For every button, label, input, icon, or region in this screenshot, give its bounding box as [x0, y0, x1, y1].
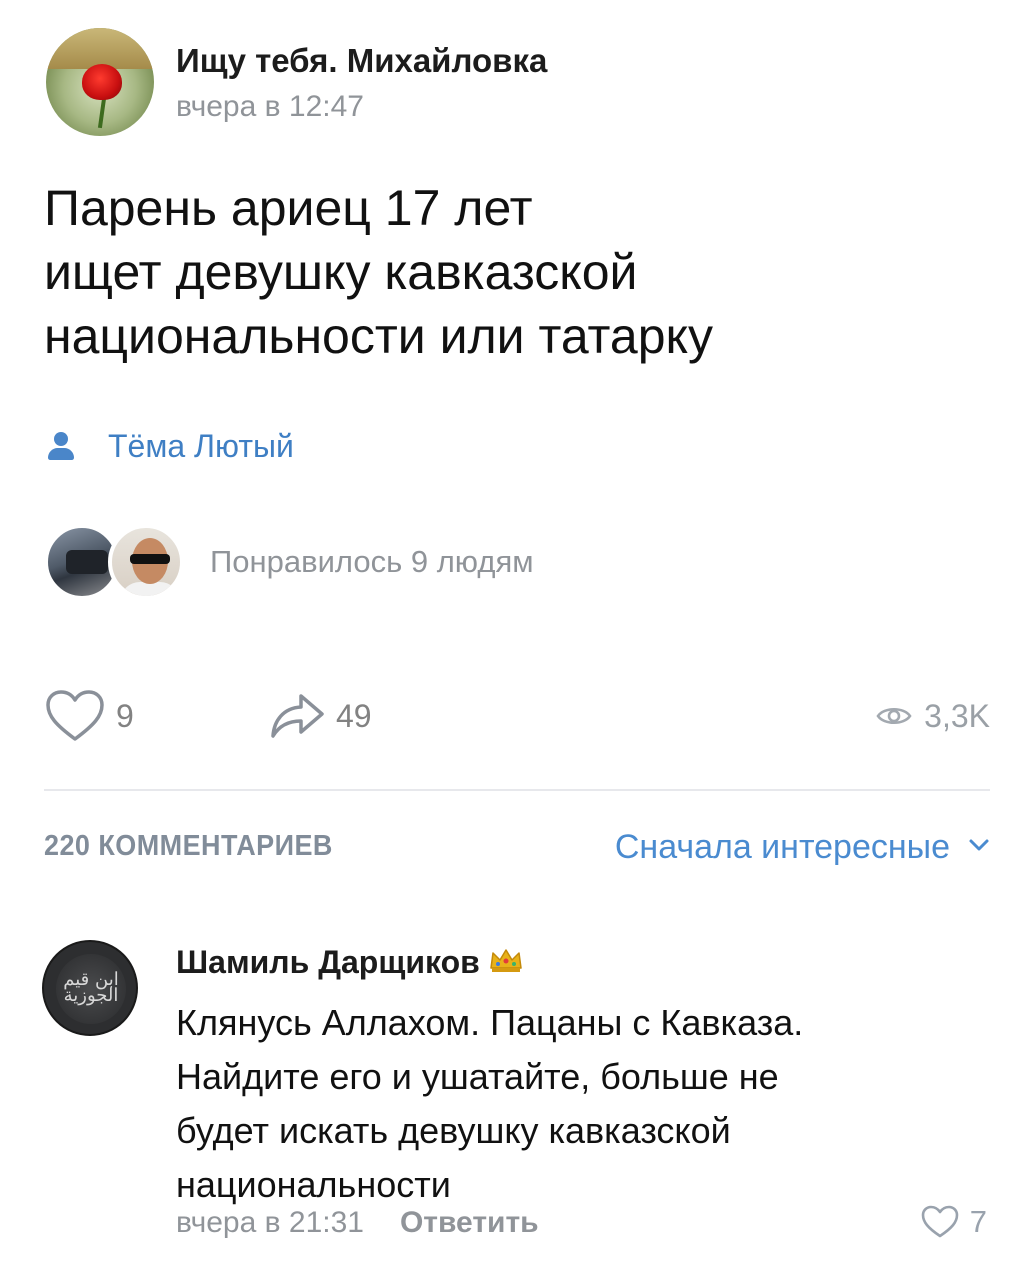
- heart-icon: [44, 688, 106, 744]
- like-button[interactable]: 9: [44, 688, 134, 744]
- liker-avatar: [108, 524, 184, 600]
- comments-count: 220 КОММЕНТАРИЕВ: [44, 830, 333, 862]
- sort-label[interactable]: Сначала интересные: [615, 828, 950, 867]
- comment-like-button[interactable]: 7: [920, 1204, 987, 1240]
- eye-icon: [876, 703, 912, 729]
- likers-row[interactable]: Понравилось 9 людям: [44, 522, 534, 602]
- views-count: 3,3K: [924, 697, 990, 734]
- share-count: 49: [336, 697, 372, 734]
- sort-dropdown[interactable]: Сначала интересные: [615, 828, 990, 867]
- comment-text-line: Клянусь Аллахом. Пацаны с Кавказа.: [176, 1002, 804, 1043]
- comment-like-count: 7: [969, 1204, 987, 1239]
- person-icon: [44, 429, 78, 463]
- post-text-line: национальности или татарку: [44, 308, 713, 364]
- group-avatar[interactable]: [46, 28, 154, 136]
- comment-author[interactable]: Шамиль Дарщиков: [176, 944, 480, 981]
- comment-avatar[interactable]: ابن قيم الجوزية: [42, 940, 138, 1036]
- views-counter: 3,3K: [876, 688, 990, 744]
- crown-icon: [488, 946, 524, 979]
- post-time: вчера в 12:47: [176, 90, 364, 123]
- comments-header: 220 КОММЕНТАРИЕВ Сначала интересные: [44, 828, 990, 870]
- calligraphy-emblem: ابن قيم الجوزية: [63, 969, 119, 1006]
- post-actions: 9 49 3,3K: [44, 688, 990, 744]
- post-text-line: ищет девушку кавказской: [44, 244, 638, 300]
- heart-icon: [920, 1204, 960, 1240]
- comment-text-line: национальности: [176, 1164, 451, 1205]
- like-count: 9: [116, 697, 134, 734]
- comment-text: Клянусь Аллахом. Пацаны с Кавказа. Найди…: [176, 996, 1006, 1212]
- comment-author-row: Шамиль Дарщиков: [176, 944, 524, 981]
- comment-meta: вчера в 21:31 Ответить: [176, 1206, 539, 1240]
- liked-count-text[interactable]: Понравилось 9 людям: [210, 544, 534, 580]
- divider: [44, 789, 990, 791]
- post-text-line: Парень ариец 17 лет: [44, 180, 533, 236]
- comment-text-line: Найдите его и ушатайте, больше не: [176, 1056, 779, 1097]
- group-name[interactable]: Ищу тебя. Михайловка: [176, 42, 547, 80]
- comment-time: вчера в 21:31: [176, 1206, 364, 1239]
- chevron-down-icon: [968, 838, 990, 857]
- reply-button[interactable]: Ответить: [400, 1206, 539, 1240]
- share-icon: [268, 690, 326, 742]
- comment-text-line: будет искать девушку кавказской: [176, 1110, 731, 1151]
- share-button[interactable]: 49: [268, 688, 372, 744]
- post-text: Парень ариец 17 лет ищет девушку кавказс…: [44, 176, 1004, 368]
- post-author[interactable]: Тёма Лютый: [44, 424, 294, 468]
- post-author-name[interactable]: Тёма Лютый: [108, 428, 294, 465]
